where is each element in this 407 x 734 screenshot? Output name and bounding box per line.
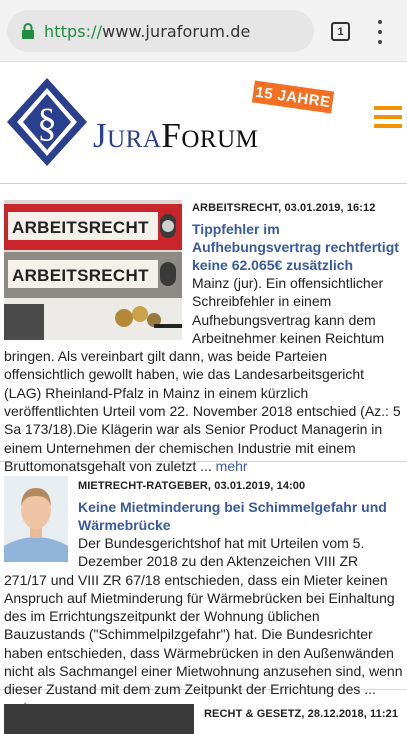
- hamburger-menu-icon[interactable]: [374, 106, 402, 128]
- binder-label-top: ARBEITSRECHT: [12, 218, 149, 237]
- address-bar[interactable]: https://www.juraforum.de: [7, 10, 314, 52]
- tab-switcher-button[interactable]: 1: [331, 22, 350, 41]
- article-item[interactable]: ARBEITSRECHT ARBEITSRECHT ARBEITSRECHT, …: [0, 184, 407, 474]
- author-portrait: [4, 476, 68, 562]
- logo-wordmark: JuraForum: [93, 116, 258, 156]
- browser-menu-icon[interactable]: [375, 20, 385, 44]
- article-thumbnail[interactable]: [4, 476, 68, 562]
- lock-icon: [22, 23, 34, 39]
- browser-toolbar: https://www.juraforum.de 1: [0, 0, 407, 62]
- article-thumbnail[interactable]: ARBEITSRECHT ARBEITSRECHT: [4, 200, 182, 340]
- logo-forum: Forum: [161, 116, 259, 155]
- article-thumbnail[interactable]: [4, 704, 194, 734]
- article-item[interactable]: RECHT & GESETZ, 28.12.2018, 11:21: [0, 690, 407, 734]
- anniversary-badge: 15 JAHRE: [251, 80, 335, 114]
- logo-jura: Jura: [93, 116, 162, 155]
- binder-label-bottom: ARBEITSRECHT: [12, 266, 149, 285]
- url-scheme: https://: [44, 21, 103, 41]
- url-text[interactable]: https://www.juraforum.de: [44, 22, 250, 41]
- article-item[interactable]: MIETRECHT-RATGEBER, 03.01.2019, 14:00 Ke…: [0, 462, 407, 716]
- svg-text:§: §: [37, 100, 57, 145]
- juraforum-logo[interactable]: § JuraForum 15 JAHRE: [5, 76, 340, 170]
- url-host: www.juraforum.de: [102, 21, 251, 41]
- site-header: § JuraForum 15 JAHRE: [0, 62, 407, 184]
- paragraph-logo-icon: §: [7, 78, 87, 166]
